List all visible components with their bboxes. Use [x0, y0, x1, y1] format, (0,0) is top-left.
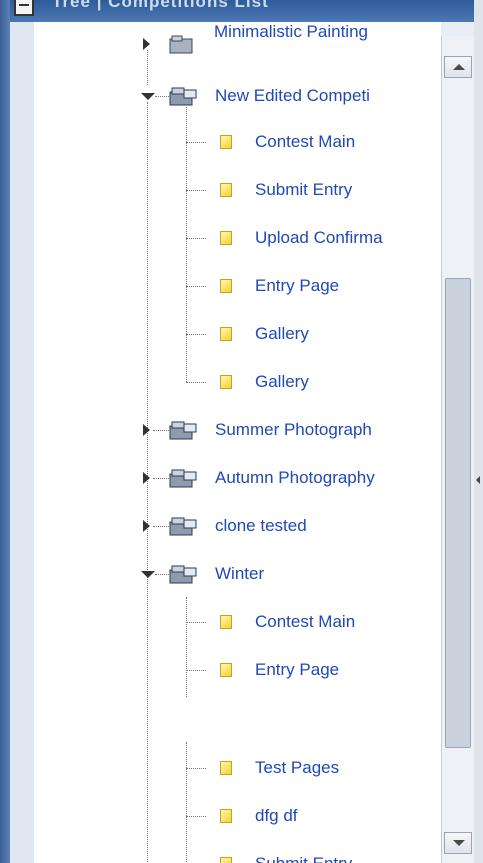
collapse-arrow-icon[interactable]	[141, 93, 155, 100]
page-icon	[220, 663, 232, 677]
tree-node-label: Gallery	[255, 324, 309, 343]
tree-node-page[interactable]: Gallery	[186, 320, 441, 348]
page-icon	[220, 615, 232, 629]
window-titlebar: Tree | Competitions List	[10, 0, 483, 22]
tree-node-label: Winter	[215, 564, 265, 583]
expand-arrow-icon[interactable]	[143, 472, 150, 484]
scroll-thumb[interactable]	[445, 278, 471, 748]
arrow-down-icon	[453, 840, 465, 846]
tree-node-label: Summer Photograph	[215, 420, 372, 439]
competition-folder-icon	[169, 517, 197, 536]
tree-node-label: Upload Confirma	[255, 228, 383, 247]
tree-node-page[interactable]: Contest Main	[186, 128, 441, 156]
panel-splitter[interactable]	[474, 0, 483, 863]
competition-folder-icon	[169, 565, 197, 584]
tree-node-label: Submit Entry	[255, 850, 352, 863]
tree-node-page[interactable]: dfg df	[186, 802, 441, 830]
page-icon	[220, 279, 232, 293]
tree-node-label: Test Pages	[255, 758, 340, 777]
tree-node-competition[interactable]: clone tested	[139, 512, 441, 540]
tree-node-label: Minimalistic Painting	[214, 22, 368, 41]
page-icon	[220, 231, 232, 245]
tree-guide-line	[186, 670, 206, 671]
page-icon	[220, 375, 232, 389]
window-menu-icon[interactable]	[14, 0, 34, 16]
tree-node-label: Entry Page	[255, 660, 340, 679]
tree-guide-line	[155, 96, 169, 97]
collapse-panel-icon[interactable]	[476, 476, 480, 484]
window-frame-left	[0, 0, 10, 863]
tree-node-page[interactable]: Submit Entry	[186, 176, 441, 204]
collapse-arrow-icon[interactable]	[141, 571, 155, 578]
tree-guide-line	[186, 238, 206, 239]
scroll-down-button[interactable]	[444, 832, 472, 854]
competition-folder-icon	[169, 469, 197, 488]
tree-guide-line	[186, 768, 206, 769]
tree-guide-line	[186, 334, 206, 335]
window-title: Tree | Competitions List	[52, 0, 269, 11]
tree-guide-line	[186, 286, 206, 287]
page-icon	[220, 327, 232, 341]
scroll-up-button[interactable]	[444, 56, 472, 78]
competition-folder-icon	[169, 421, 197, 440]
tree-guide-line	[186, 622, 206, 623]
tree-node-label: New Edited Competi	[215, 86, 370, 105]
tree-node-label: clone tested	[215, 516, 307, 535]
tree-node-label: Submit Entry	[255, 180, 353, 199]
page-icon	[220, 809, 232, 823]
tree-guide-line	[186, 382, 206, 383]
page-icon	[220, 857, 232, 863]
tree-guide-line	[153, 478, 169, 479]
tree-scrollbar[interactable]	[441, 36, 475, 863]
tree-node-page[interactable]: Test Pages	[186, 754, 441, 782]
tree-node-page[interactable]: Contest Main	[186, 608, 441, 636]
expand-arrow-icon[interactable]	[143, 424, 150, 436]
tree-view[interactable]: Minimalistic Painting New Edited Competi…	[34, 22, 441, 863]
tree-node-label: Gallery	[255, 372, 309, 391]
page-icon	[220, 761, 232, 775]
competition-folder-icon	[169, 87, 197, 106]
tree-node-competition[interactable]: Autumn Photography	[139, 464, 441, 492]
page-icon	[220, 135, 232, 149]
tree-node-page[interactable]: Entry Page	[186, 272, 441, 300]
expand-arrow-icon[interactable]	[143, 38, 150, 50]
tree-node-page[interactable]: Upload Confirma	[186, 224, 441, 252]
tree-guide-line	[155, 574, 169, 575]
tree-node-page[interactable]: Gallery	[186, 368, 441, 396]
window-frame-inner	[10, 0, 35, 863]
tree-guide-line	[153, 430, 169, 431]
tree-node-label: Contest Main	[255, 132, 356, 151]
tree-node-competition[interactable]: New Edited Competi	[139, 82, 441, 110]
tree-node-label: dfg df	[255, 806, 298, 825]
expand-arrow-icon[interactable]	[143, 520, 150, 532]
page-icon	[220, 183, 232, 197]
tree-node-page[interactable]: Submit Entry	[186, 850, 441, 863]
tree-node-page[interactable]: Entry Page	[186, 656, 441, 684]
tree-guide-line	[186, 142, 206, 143]
tree-guide-line	[153, 526, 169, 527]
tree-guide-line	[186, 190, 206, 191]
tree-guide-line	[186, 816, 206, 817]
competition-folder-icon	[169, 35, 193, 54]
tree-node-label: Entry Page	[255, 276, 340, 295]
tree-node-partial[interactable]: Minimalistic Painting	[139, 22, 441, 58]
tree-node-label: Autumn Photography	[215, 468, 375, 487]
tree-node-label: Contest Main	[255, 612, 356, 631]
tree-node-competition[interactable]: Winter	[139, 560, 441, 588]
tree-node-competition[interactable]: Summer Photograph	[139, 416, 441, 444]
arrow-up-icon	[453, 64, 465, 70]
